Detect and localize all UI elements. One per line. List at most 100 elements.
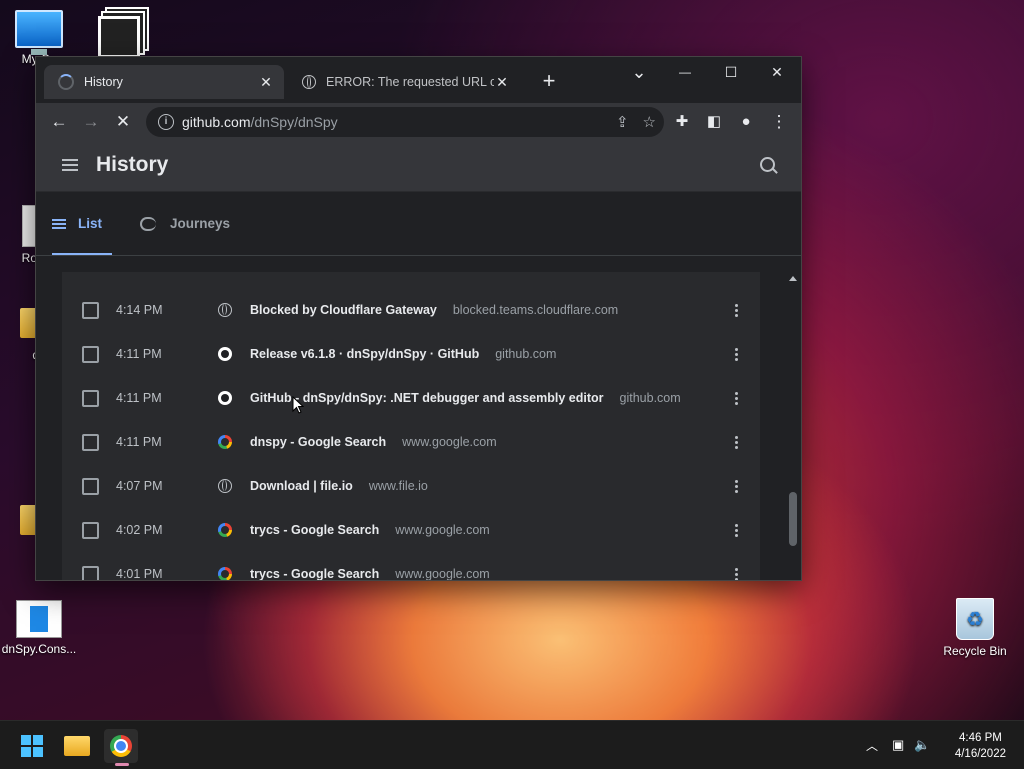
history-row[interactable]: 4:01 PM trycs - Google Search www.google.… <box>62 552 760 580</box>
row-time: 4:02 PM <box>116 523 163 537</box>
more-actions-icon[interactable] <box>734 303 738 317</box>
extensions-puzzle-icon[interactable]: ✚ <box>669 109 695 135</box>
desktop-icon-dnspy-console[interactable]: dnSpy.Cons... <box>0 600 78 656</box>
history-row[interactable]: 4:11 PM dnspy - Google Search www.google.… <box>62 420 760 464</box>
globe-icon <box>218 479 232 493</box>
history-row[interactable]: 4:11 PM Release v6.1.8 · dnSpy/dnSpy · G… <box>62 332 760 376</box>
tab-strip: History ✕ ERROR: The requested URL could… <box>36 57 801 103</box>
history-row[interactable]: 4:07 PM Download | file.io www.file.io <box>62 464 760 508</box>
volume-icon[interactable]: 🔈 <box>914 737 930 753</box>
row-title[interactable]: dnspy - Google Search www.google.com <box>250 435 497 449</box>
history-row[interactable]: 4:11 PM GitHub - dnSpy/dnSpy: .NET debug… <box>62 376 760 420</box>
folder-icon <box>64 736 90 756</box>
tab-search-dropdown-icon[interactable]: ⌄ <box>616 59 662 87</box>
row-domain: www.google.com <box>395 523 490 537</box>
clock[interactable]: 4:46 PM 4/16/2022 <box>955 730 1006 762</box>
row-domain: github.com <box>495 347 557 361</box>
profile-avatar-icon[interactable]: ● <box>733 109 759 135</box>
row-title[interactable]: Download | file.io www.file.io <box>250 479 428 493</box>
back-arrow-icon[interactable]: ← <box>46 109 72 135</box>
maximize-button[interactable]: ☐ <box>708 59 754 87</box>
row-domain: www.google.com <box>402 435 497 449</box>
row-checkbox[interactable] <box>82 477 99 495</box>
scroll-up-arrow-icon[interactable] <box>789 276 797 281</box>
more-actions-icon[interactable] <box>734 435 738 449</box>
close-icon[interactable]: ✕ <box>494 74 510 91</box>
share-icon[interactable]: ⇪ <box>616 113 629 131</box>
file-explorer-button[interactable] <box>60 729 94 763</box>
more-actions-icon[interactable] <box>734 347 738 361</box>
side-panel-icon[interactable]: ◧ <box>701 109 727 135</box>
row-checkbox[interactable] <box>82 389 99 407</box>
row-title-text: Release v6.1.8 · dnSpy/dnSpy · GitHub <box>250 347 480 361</box>
row-checkbox[interactable] <box>82 301 99 319</box>
browser-window: History ✕ ERROR: The requested URL could… <box>36 57 801 580</box>
history-tabs: List Journeys <box>36 192 801 256</box>
close-icon[interactable]: ✕ <box>258 74 274 91</box>
hamburger-menu-icon[interactable] <box>62 159 78 171</box>
row-domain: www.google.com <box>395 567 490 580</box>
more-actions-icon[interactable] <box>734 391 738 405</box>
network-icon[interactable]: ▣ <box>892 737 904 753</box>
globe-icon <box>218 303 232 317</box>
chrome-icon <box>110 735 132 757</box>
dnspy-app-icon <box>16 600 62 638</box>
monitor-icon <box>15 10 63 55</box>
scrollbar-thumb[interactable] <box>789 492 797 546</box>
address-bar[interactable]: i github.com/dnSpy/dnSpy ⇪ ☆ <box>146 107 664 137</box>
tab-title: History <box>84 75 123 89</box>
row-title[interactable]: Release v6.1.8 · dnSpy/dnSpy · GitHub git… <box>250 347 556 361</box>
menu-kebab-icon[interactable]: ⋮ <box>766 109 792 135</box>
tab-label: List <box>78 216 103 231</box>
row-title[interactable]: Blocked by Cloudflare Gateway blocked.tea… <box>250 303 618 317</box>
history-row[interactable]: 4:02 PM trycs - Google Search www.google.… <box>62 508 760 552</box>
row-title[interactable]: trycs - Google Search www.google.com <box>250 523 490 537</box>
row-title-text: trycs - Google Search <box>250 567 380 580</box>
list-icon <box>52 218 66 229</box>
chevron-up-icon[interactable]: ︿ <box>866 737 878 754</box>
mouse-cursor-icon <box>292 396 304 414</box>
history-row[interactable]: 4:14 PM Blocked by Cloudflare Gateway blo… <box>62 288 760 332</box>
tab-error[interactable]: ERROR: The requested URL could ✕ <box>288 65 520 99</box>
more-actions-icon[interactable] <box>734 567 738 580</box>
search-icon[interactable] <box>760 157 775 172</box>
forward-arrow-icon[interactable]: → <box>78 109 104 135</box>
bookmark-star-icon[interactable]: ☆ <box>643 113 656 131</box>
active-app-indicator <box>115 763 129 766</box>
row-time: 4:11 PM <box>116 391 162 405</box>
row-title-text: trycs - Google Search <box>250 523 380 537</box>
chrome-taskbar-button[interactable] <box>104 729 138 763</box>
row-checkbox[interactable] <box>82 345 99 363</box>
minimize-button[interactable]: — <box>662 59 708 87</box>
row-checkbox[interactable] <box>82 521 99 539</box>
system-tray: ︿ ▣ 🔈 <box>866 721 931 769</box>
page-title: History <box>96 153 169 176</box>
row-domain: github.com <box>619 391 681 405</box>
globe-icon <box>302 75 316 89</box>
row-time: 4:11 PM <box>116 435 162 449</box>
scrollbar[interactable] <box>785 272 801 580</box>
row-domain: blocked.teams.cloudflare.com <box>452 303 619 317</box>
row-checkbox[interactable] <box>82 565 99 580</box>
info-icon[interactable]: i <box>158 114 174 130</box>
tab-list[interactable]: List <box>52 192 112 255</box>
tab-journeys[interactable]: Journeys <box>140 192 230 255</box>
close-window-button[interactable]: ✕ <box>754 59 800 87</box>
row-title[interactable]: GitHub - dnSpy/dnSpy: .NET debugger and … <box>250 391 681 405</box>
desktop-icon-label: Recycle Bin <box>943 644 1007 658</box>
more-actions-icon[interactable] <box>734 523 738 537</box>
row-checkbox[interactable] <box>82 433 99 451</box>
row-title[interactable]: trycs - Google Search www.google.com <box>250 567 490 580</box>
recycle-bin-icon: ♻ <box>956 598 994 640</box>
desktop-icon-stack[interactable] <box>80 10 158 62</box>
stop-loading-icon[interactable]: ✕ <box>110 109 136 135</box>
address-path: /dnSpy/dnSpy <box>250 114 338 130</box>
desktop-icon-recycle-bin[interactable]: ♻ Recycle Bin <box>936 598 1014 658</box>
tab-history[interactable]: History ✕ <box>44 65 284 99</box>
more-actions-icon[interactable] <box>734 479 738 493</box>
history-header: History <box>36 141 801 192</box>
row-title-text: Download | file.io <box>250 479 353 493</box>
start-button[interactable] <box>15 729 49 763</box>
new-tab-button[interactable]: + <box>536 69 562 95</box>
github-icon <box>218 347 232 361</box>
